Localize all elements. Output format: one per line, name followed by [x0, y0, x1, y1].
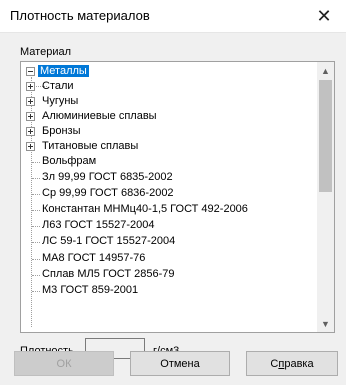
- window-title: Плотность материалов: [10, 8, 150, 23]
- help-button-label-start: С: [270, 357, 279, 370]
- tree-connector: [32, 210, 40, 211]
- expand-icon[interactable]: [26, 97, 35, 106]
- tree-node-cast-irons[interactable]: Чугуны: [40, 94, 80, 109]
- tree-node-bronzes[interactable]: Бронзы: [40, 124, 82, 139]
- tree-leaf[interactable]: М3 ГОСТ 859-2001: [40, 283, 140, 298]
- tree-connector: [32, 162, 40, 163]
- tree-leaf[interactable]: Зл 99,99 ГОСТ 6835-2002: [40, 170, 175, 185]
- tree-node-aluminium-alloys[interactable]: Алюминиевые сплавы: [40, 109, 159, 124]
- expand-icon[interactable]: [26, 82, 35, 91]
- expand-icon[interactable]: [26, 127, 35, 136]
- cancel-button[interactable]: Отмена: [130, 351, 230, 376]
- tree-connector: [32, 194, 40, 195]
- tree-leaf[interactable]: Л63 ГОСТ 15527-2004: [40, 218, 156, 233]
- tree-leaf[interactable]: Сплав МЛ5 ГОСТ 2856-79: [40, 267, 177, 282]
- tree-connector: [32, 291, 40, 292]
- tree-node-titanium-alloys[interactable]: Титановые сплавы: [40, 139, 140, 154]
- help-button[interactable]: Сп равка: [246, 351, 338, 376]
- tree-leaf[interactable]: Вольфрам: [40, 154, 98, 169]
- tree-connector: [32, 242, 40, 243]
- tree-scrollbar[interactable]: ▲ ▼: [317, 62, 334, 332]
- tree-node-steels[interactable]: Стали: [40, 79, 76, 94]
- tree-connector: [32, 226, 40, 227]
- help-button-label-end: равка: [284, 357, 314, 370]
- tree-connector: [32, 259, 40, 260]
- tree-node-metals[interactable]: Металлы: [38, 64, 89, 79]
- tree-leaf[interactable]: ЛС 59-1 ГОСТ 15527-2004: [40, 234, 177, 249]
- tree-leaf[interactable]: Константан МНМц40-1,5 ГОСТ 492-2006: [40, 202, 250, 217]
- scrollbar-thumb[interactable]: [319, 80, 332, 192]
- tree-connector: [32, 178, 40, 179]
- collapse-icon[interactable]: [26, 67, 35, 76]
- scroll-up-icon[interactable]: ▲: [317, 62, 334, 79]
- expand-icon[interactable]: [26, 142, 35, 151]
- material-tree[interactable]: Металлы Стали Чугуны Алюминиевые сплавы …: [20, 61, 335, 333]
- tree-leaf[interactable]: МА8 ГОСТ 14957-76: [40, 251, 147, 266]
- tree-leaf[interactable]: Ср 99,99 ГОСТ 6836-2002: [40, 186, 176, 201]
- title-bar: Плотность материалов ✕: [0, 0, 346, 33]
- close-icon[interactable]: ✕: [302, 0, 346, 32]
- material-group-label: Материал: [20, 46, 71, 58]
- scroll-down-icon[interactable]: ▼: [317, 315, 334, 332]
- ok-button[interactable]: ОК: [14, 351, 114, 376]
- tree-connector: [32, 275, 40, 276]
- expand-icon[interactable]: [26, 112, 35, 121]
